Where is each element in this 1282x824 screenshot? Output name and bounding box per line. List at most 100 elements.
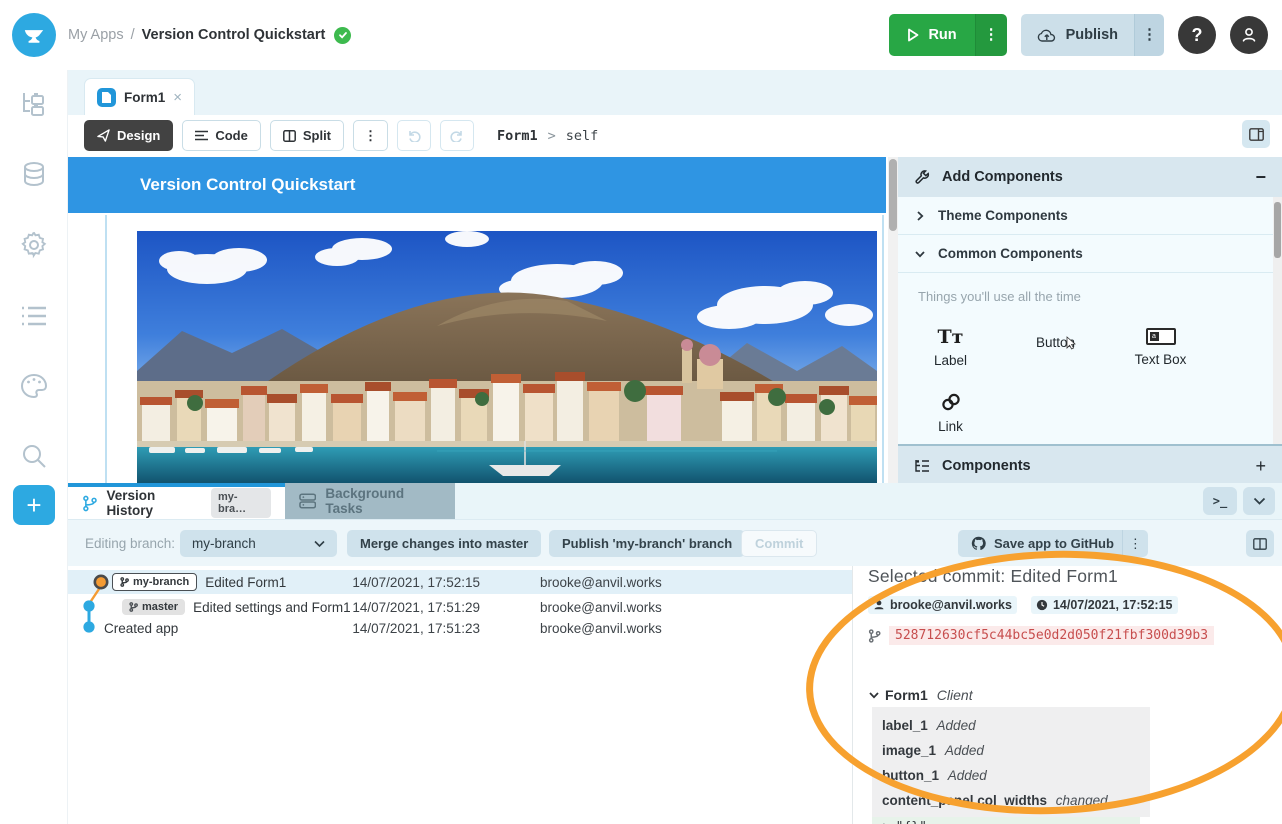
common-components-row[interactable]: Common Components xyxy=(898,235,1282,273)
account-button[interactable] xyxy=(1230,16,1268,54)
add-app-button[interactable]: + xyxy=(13,485,55,525)
common-components-hint: Things you'll use all the time xyxy=(898,273,1282,308)
sidebar-item-settings[interactable] xyxy=(14,225,54,265)
link-item-caption: Link xyxy=(938,419,963,434)
breadcrumb-form1[interactable]: Form1 xyxy=(497,128,538,144)
save-to-github-button[interactable]: Save app to GitHub ⋮ xyxy=(958,530,1148,557)
tab-background-tasks[interactable]: Background Tasks xyxy=(285,483,455,519)
palette-item-label[interactable]: Tт Label xyxy=(898,316,1003,380)
sidebar-item-theme[interactable] xyxy=(14,366,54,406)
branch-select[interactable]: my-branch xyxy=(180,530,337,557)
publish-label: Publish xyxy=(1066,27,1118,43)
anvil-logo[interactable] xyxy=(12,13,56,57)
kebab-icon: ⋮ xyxy=(364,128,377,144)
canvas-scrollbar[interactable] xyxy=(888,157,898,483)
palette-item-button[interactable]: Button xyxy=(1003,316,1108,380)
right-panel-scrollbar[interactable] xyxy=(1273,197,1282,444)
publish-branch-button[interactable]: Publish 'my-branch' branch xyxy=(549,530,745,557)
branch-badge-master: master xyxy=(122,599,185,615)
toggle-side-panel-button[interactable] xyxy=(1242,120,1270,148)
palette-item-textbox[interactable]: a Text Box xyxy=(1108,316,1213,380)
chevron-down-icon xyxy=(914,248,926,260)
form-changes-header[interactable]: Form1 Client xyxy=(868,687,1282,703)
commit-hash[interactable]: 528712630cf5c44bc5e0d2d050f21fbf300d39b3 xyxy=(889,626,1214,645)
theme-components-label: Theme Components xyxy=(938,208,1068,223)
bottom-tab-strip: Version History my-bra… Background Tasks… xyxy=(68,483,1282,519)
save-github-label: Save app to GitHub xyxy=(994,536,1114,551)
view-menu-button[interactable]: ⋮ xyxy=(353,120,388,151)
changed-form-kind: Client xyxy=(937,687,973,703)
split-view-button[interactable]: Split xyxy=(270,120,344,151)
components-section[interactable]: Components + xyxy=(898,444,1282,484)
collapse-minus-icon[interactable]: − xyxy=(1255,167,1266,188)
publish-button[interactable]: Publish xyxy=(1021,14,1134,56)
sidebar-item-app-structure[interactable] xyxy=(14,85,54,125)
bottom-panel: Version History my-bra… Background Tasks… xyxy=(68,483,1282,824)
design-canvas: Version Control Quickstart xyxy=(68,157,898,483)
common-components-label: Common Components xyxy=(938,246,1083,261)
help-button[interactable]: ? xyxy=(1178,16,1216,54)
publish-menu-button[interactable]: ⋮ xyxy=(1134,14,1164,56)
collapse-panel-button[interactable] xyxy=(1243,487,1275,515)
undo-button[interactable] xyxy=(397,120,431,151)
image-component-coastal-town[interactable] xyxy=(137,231,877,483)
tab-form1[interactable]: Form1 × xyxy=(84,78,195,115)
settings-gear-icon xyxy=(20,231,48,259)
form-title-bar[interactable]: Version Control Quickstart xyxy=(68,157,886,213)
add-components-title: Add Components xyxy=(942,169,1063,185)
form-guide-left xyxy=(105,215,107,483)
github-menu-button[interactable]: ⋮ xyxy=(1122,530,1148,557)
code-view-button[interactable]: Code xyxy=(182,120,261,151)
redo-button[interactable] xyxy=(440,120,474,151)
canvas-scrollbar-thumb[interactable] xyxy=(889,159,897,231)
add-component-plus-icon[interactable]: + xyxy=(1255,456,1266,477)
git-branch-icon xyxy=(868,629,881,643)
commit-hash-row: 528712630cf5c44bc5e0d2d050f21fbf300d39b3 xyxy=(868,626,1282,645)
right-panel-scrollbar-thumb[interactable] xyxy=(1274,202,1281,258)
form-guide-right xyxy=(882,215,884,483)
commit-author: brooke@anvil.works xyxy=(540,600,662,615)
commit-row-selected[interactable]: my-branch Edited Form1 brooke@anvil.work… xyxy=(68,570,852,594)
sidebar-item-logs[interactable] xyxy=(14,296,54,336)
list-details-divider xyxy=(852,566,853,824)
change-status: Added xyxy=(948,768,987,783)
add-components-header[interactable]: Add Components − xyxy=(898,157,1282,197)
breadcrumb: My Apps / Version Control Quickstart xyxy=(68,0,351,70)
open-console-button[interactable]: >_ xyxy=(1203,487,1237,515)
sidebar-item-search[interactable] xyxy=(14,436,54,476)
change-name: label_1 xyxy=(882,718,928,733)
commit-node-selected[interactable] xyxy=(95,576,107,588)
commit-details: Selected commit: Edited Form1 brooke@anv… xyxy=(868,566,1282,824)
version-history-label: Version History xyxy=(106,488,202,518)
commit-author: brooke@anvil.works xyxy=(540,575,662,590)
run-menu-button[interactable]: ⋮ xyxy=(975,14,1007,56)
tab-version-history[interactable]: Version History my-bra… xyxy=(68,483,285,519)
design-icon xyxy=(97,129,110,142)
commit-row[interactable]: Created app brooke@anvil.works 14/07/202… xyxy=(68,617,852,639)
commit-node[interactable] xyxy=(83,621,94,632)
clock-icon xyxy=(1036,599,1048,611)
commit-author: brooke@anvil.works xyxy=(540,621,662,636)
panel-layout-button[interactable] xyxy=(1246,530,1274,557)
breadcrumb-my-apps[interactable]: My Apps xyxy=(68,27,124,43)
tasks-icon xyxy=(299,493,316,509)
split-label: Split xyxy=(303,128,331,143)
commit-node[interactable] xyxy=(83,600,94,611)
commit-row[interactable]: master Edited settings and Form1 brooke@… xyxy=(68,596,852,618)
cloud-upload-icon xyxy=(1037,28,1057,43)
sidebar-item-data-tables[interactable] xyxy=(14,155,54,195)
theme-components-row[interactable]: Theme Components xyxy=(898,197,1282,235)
close-icon[interactable]: × xyxy=(173,89,182,106)
design-view-button[interactable]: Design xyxy=(84,120,173,151)
merge-into-master-button[interactable]: Merge changes into master xyxy=(347,530,541,557)
palette-item-link[interactable]: Link xyxy=(898,380,1003,446)
help-icon: ? xyxy=(1192,25,1203,46)
left-sidebar: + xyxy=(0,70,68,824)
commit-list: my-branch Edited Form1 brooke@anvil.work… xyxy=(68,566,852,824)
app-title[interactable]: Version Control Quickstart xyxy=(142,27,326,43)
label-item-caption: Label xyxy=(934,353,967,368)
breadcrumb-self[interactable]: self xyxy=(566,128,599,144)
run-button[interactable]: Run xyxy=(889,14,974,56)
editing-branch-label: Editing branch: xyxy=(85,530,175,557)
commit-button[interactable]: Commit xyxy=(741,530,817,557)
